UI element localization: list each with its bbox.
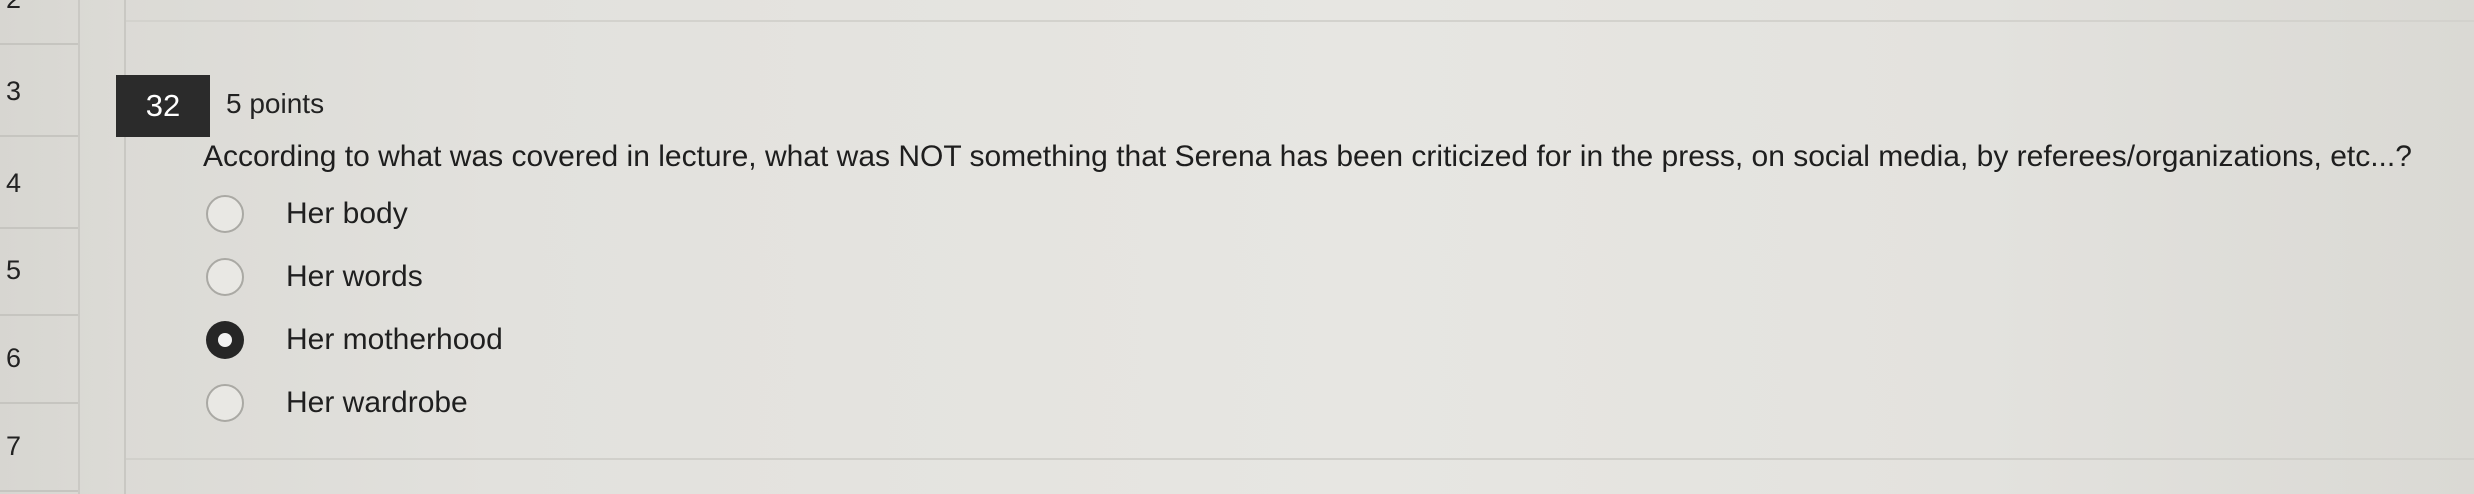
nav-question-7[interactable]: 7	[0, 402, 78, 492]
option-label: Her body	[286, 197, 408, 230]
nav-question-5-label: 5	[6, 254, 22, 285]
nav-question-5[interactable]: 5	[0, 226, 78, 316]
question-number-badge: 32	[116, 75, 210, 137]
question-navigator: 2 3 4 5 6 7	[0, 0, 126, 494]
question-top-divider	[126, 20, 2474, 22]
nav-question-4[interactable]: 4	[0, 139, 78, 229]
option-her-body[interactable]: Her body	[206, 192, 408, 236]
nav-question-2[interactable]: 2	[0, 0, 78, 45]
option-her-words[interactable]: Her words	[206, 255, 423, 299]
option-label: Her words	[286, 260, 423, 293]
radio-unselected-icon[interactable]	[206, 384, 244, 422]
option-her-wardrobe[interactable]: Her wardrobe	[206, 381, 468, 425]
navigator-divider	[78, 0, 80, 494]
nav-question-3-label: 3	[6, 75, 22, 106]
question-number: 32	[145, 88, 181, 123]
nav-question-6-label: 6	[6, 342, 22, 373]
nav-question-7-label: 7	[6, 430, 22, 461]
radio-unselected-icon[interactable]	[206, 195, 244, 233]
nav-question-3[interactable]: 3	[0, 47, 78, 137]
option-label: Her wardrobe	[286, 386, 468, 419]
radio-selected-icon[interactable]	[206, 321, 244, 359]
option-label: Her motherhood	[286, 323, 503, 356]
nav-question-2-label: 2	[6, 0, 21, 15]
question-bottom-divider	[126, 458, 2474, 460]
nav-question-4-label: 4	[6, 167, 22, 198]
question-prompt: According to what was covered in lecture…	[203, 140, 2412, 173]
radio-dot-icon	[218, 333, 232, 347]
nav-question-6[interactable]: 6	[0, 314, 78, 404]
option-her-motherhood[interactable]: Her motherhood	[206, 318, 503, 362]
question-points: 5 points	[226, 88, 325, 119]
radio-unselected-icon[interactable]	[206, 258, 244, 296]
